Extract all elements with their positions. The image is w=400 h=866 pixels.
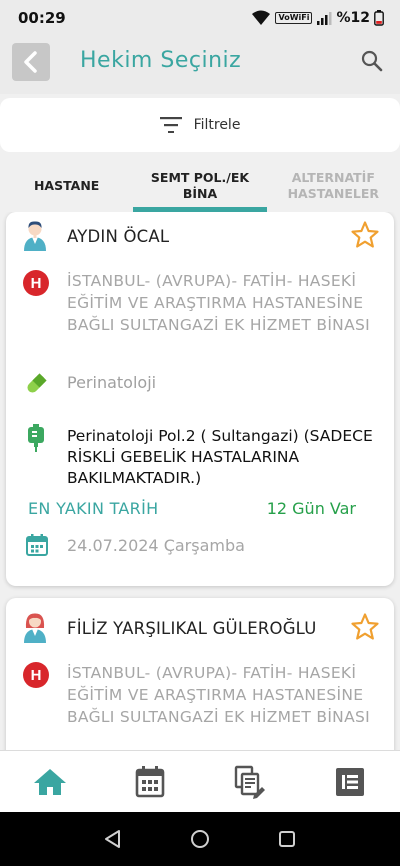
wifi-icon [252,10,271,25]
hospital-icon: H [23,270,49,296]
battery-text: %12 [336,10,370,26]
home-icon [34,768,66,795]
nearest-date-label: EN YAKIN TARİH [28,499,159,518]
search-button[interactable] [360,49,384,73]
signal-icon [317,12,332,25]
appointment-date: 24.07.2024 Çarşamba [67,536,245,555]
calendar-icon [135,765,165,797]
search-icon [361,50,383,72]
days-left-label: 12 Gün Var [266,499,356,518]
status-icons: VoWiFi %12 [251,10,384,26]
nav-calendar[interactable] [125,762,175,802]
system-nav-bar [0,812,400,866]
appointments-icon [234,765,265,799]
doctor-list[interactable]: AYDIN ÖCAL H İSTANBUL- (AVRUPA)- FATİH- … [0,212,400,750]
doctor-card[interactable]: AYDIN ÖCAL H İSTANBUL- (AVRUPA)- FATİH- … [6,212,394,586]
back-button[interactable] [12,43,50,81]
menu-icon [336,767,364,796]
app-header: Hekim Seçiniz [0,36,400,94]
chevron-left-icon [24,51,37,73]
filter-label: Filtrele [193,117,241,133]
tab-bar: HASTANE SEMT POL./EK BİNA ALTERNATİF HAS… [0,160,400,212]
nav-appointments[interactable] [225,762,275,802]
nav-menu[interactable] [325,762,375,802]
doctor-name: AYDIN ÖCAL [67,227,170,246]
home-circle-icon[interactable] [190,829,210,849]
hospital-name: İSTANBUL- (AVRUPA)- FATİH- HASEKİ EĞİTİM… [67,272,370,334]
bottom-nav [0,750,400,812]
tab-alternatif-hastaneler[interactable]: ALTERNATİF HASTANELER [267,160,400,212]
iv-bag-icon [28,424,44,452]
filter-button[interactable]: Filtrele [0,98,400,152]
status-time: 00:29 [18,9,66,27]
doctor-card[interactable]: FİLİZ YARŞILIKAL GÜLEROĞLU H İSTANBUL- (… [6,598,394,750]
hospital-name: İSTANBUL- (AVRUPA)- FATİH- HASEKİ EĞİTİM… [67,664,370,726]
tab-alternatif-label: ALTERNATİF HASTANELER [287,170,380,201]
battery-icon [374,10,384,26]
filter-icon [159,117,182,133]
calendar-icon [26,534,48,556]
tab-semt-pol-label: SEMT POL./EK BİNA [150,170,250,201]
back-icon[interactable] [103,829,123,849]
clinic-name: Perinatoloji Pol.2 ( Sultangazi) (SADECE… [67,427,373,487]
recents-icon[interactable] [277,829,297,849]
hospital-icon: H [23,662,49,688]
favorite-star-icon[interactable] [350,220,380,250]
favorite-star-icon[interactable] [350,612,380,642]
page-title: Hekim Seçiniz [80,48,242,73]
tab-hastane[interactable]: HASTANE [0,160,133,212]
tab-semt-pol[interactable]: SEMT POL./EK BİNA [133,160,267,212]
female-doctor-icon [24,613,46,643]
pill-icon [27,373,47,393]
vowifi-badge: VoWiFi [275,12,313,24]
nav-home[interactable] [25,762,75,802]
branch-name: Perinatoloji [67,373,157,392]
status-bar: 00:29 VoWiFi %12 [0,0,400,36]
male-doctor-icon [24,221,46,251]
doctor-name: FİLİZ YARŞILIKAL GÜLEROĞLU [67,619,317,638]
